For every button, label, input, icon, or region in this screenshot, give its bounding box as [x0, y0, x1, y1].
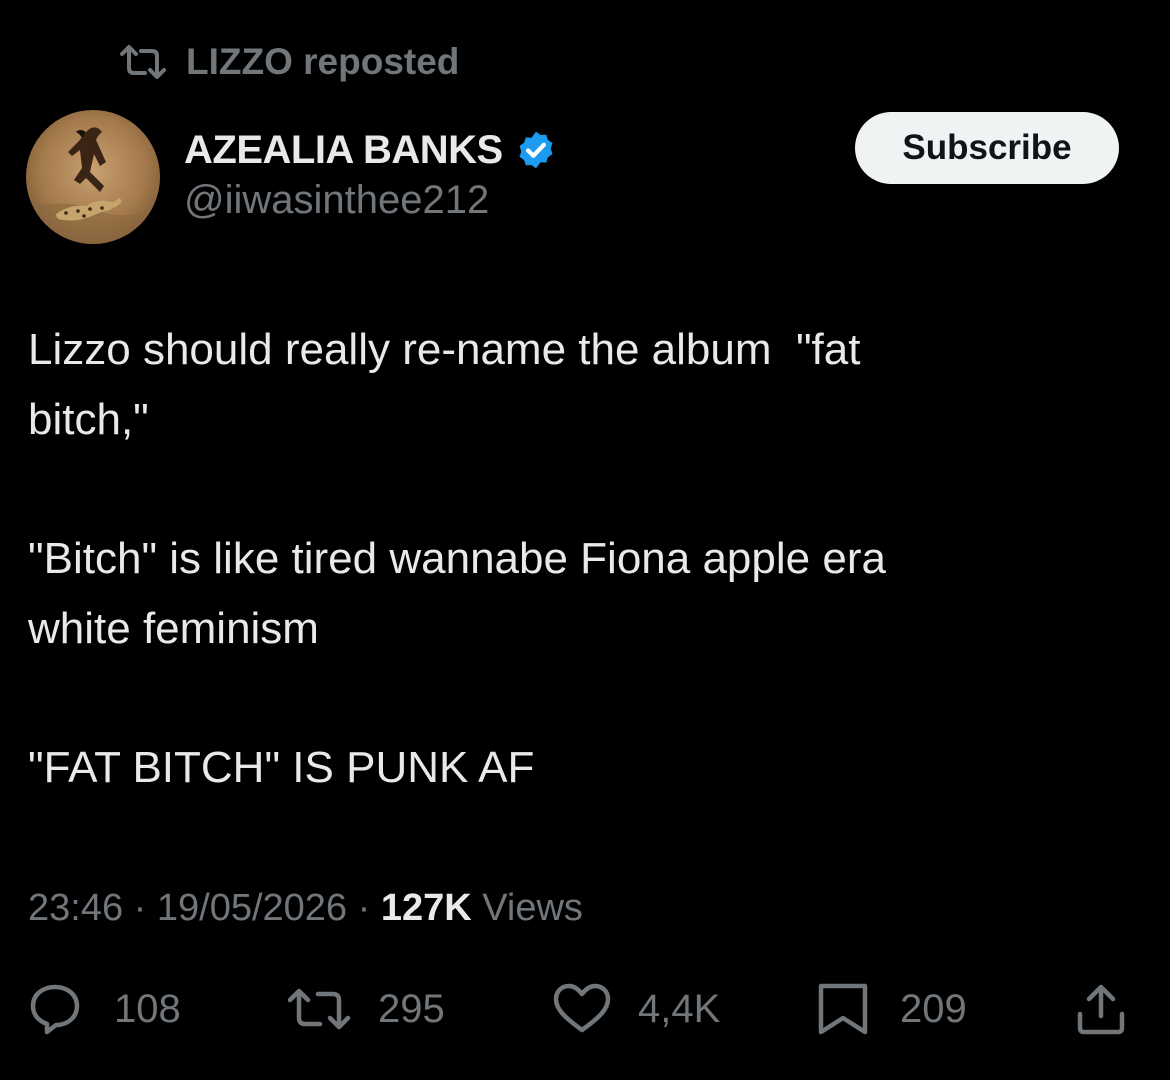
tweet-time[interactable]: 23:46 [28, 887, 123, 930]
reply-count: 108 [114, 986, 181, 1031]
share-button[interactable] [1074, 978, 1128, 1040]
bookmark-button[interactable]: 209 [816, 978, 967, 1040]
author-display-name[interactable]: AZEALIA BANKS [184, 128, 503, 173]
bookmark-icon [818, 983, 868, 1035]
heart-icon [553, 983, 611, 1033]
repost-icon [120, 45, 166, 79]
tweet-text-line: "Bitch" is like tired wannabe Fiona appl… [28, 534, 886, 583]
action-bar: 108 295 4,4K 209 [0, 978, 1170, 1040]
author-handle[interactable]: @iiwasinthee212 [184, 178, 489, 223]
repost-indicator[interactable]: LIZZO reposted [118, 38, 459, 86]
meta-separator: · [357, 886, 371, 929]
tweet-text-line: Lizzo should really re-name the album "f… [28, 325, 861, 374]
subscribe-button[interactable]: Subscribe [855, 112, 1119, 184]
like-count: 4,4K [638, 986, 721, 1031]
repost-button[interactable]: 295 [286, 978, 445, 1040]
verified-badge-icon [519, 131, 553, 169]
tweet-date[interactable]: 19/05/2026 [157, 887, 347, 930]
reply-button[interactable]: 108 [28, 978, 181, 1040]
author-name-row[interactable]: AZEALIA BANKS [184, 124, 557, 176]
views-count[interactable]: 127K [381, 887, 472, 930]
share-icon [1077, 984, 1125, 1035]
repost-count: 295 [378, 986, 445, 1031]
avatar-image [26, 110, 160, 244]
avatar[interactable] [26, 110, 160, 244]
tweet-text-line: white feminism [28, 604, 319, 653]
tweet-meta: 23:46 · 19/05/2026 · 127K Views [28, 883, 583, 933]
like-button[interactable]: 4,4K [552, 978, 720, 1040]
views-label: Views [482, 886, 583, 929]
tweet-text-line: bitch," [28, 395, 149, 444]
reply-icon [30, 984, 80, 1035]
repost-icon [287, 988, 351, 1030]
repost-label: LIZZO reposted [186, 41, 460, 82]
tweet-text-line: "FAT BITCH" IS PUNK AF [28, 743, 535, 792]
bookmark-count: 209 [900, 986, 967, 1031]
meta-separator: · [133, 886, 147, 929]
